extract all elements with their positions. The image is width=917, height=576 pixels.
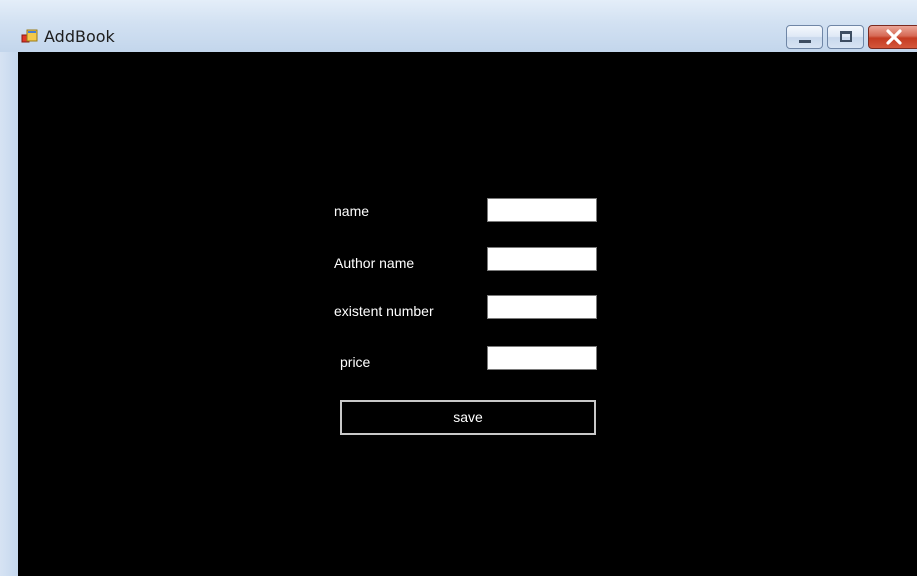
name-input[interactable] (487, 198, 597, 222)
price-label: price (340, 354, 371, 370)
name-label: name (334, 203, 370, 219)
app-icon (21, 29, 38, 43)
window-title: AddBook (44, 27, 115, 46)
author-name-label: Author name (334, 255, 415, 271)
author-name-input[interactable] (487, 247, 597, 271)
minimize-icon (799, 40, 811, 43)
existent-number-input[interactable] (487, 295, 597, 319)
title-bar[interactable]: AddBook (0, 0, 917, 52)
price-input[interactable] (487, 346, 597, 370)
save-button[interactable]: save (340, 400, 596, 435)
close-button[interactable] (868, 25, 917, 49)
minimize-button[interactable] (786, 25, 823, 49)
form-client-area: name Author name existent number price s… (18, 52, 917, 576)
addbook-window: AddBook name Author name existent number… (0, 0, 917, 576)
window-frame-left (0, 52, 18, 576)
existent-number-label: existent number (334, 303, 434, 319)
close-icon (886, 29, 902, 45)
maximize-icon (840, 31, 852, 42)
maximize-button[interactable] (827, 25, 864, 49)
